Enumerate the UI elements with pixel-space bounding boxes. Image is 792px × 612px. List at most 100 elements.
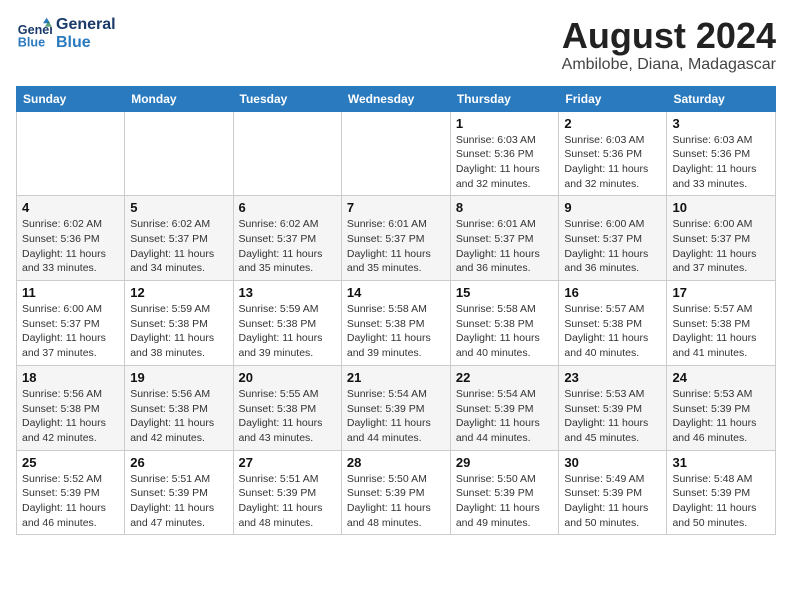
calendar-cell: 30Sunrise: 5:49 AM Sunset: 5:39 PM Dayli… (559, 450, 667, 535)
calendar-header-row: SundayMondayTuesdayWednesdayThursdayFrid… (17, 86, 776, 111)
day-number: 6 (239, 200, 336, 215)
day-number: 7 (347, 200, 445, 215)
calendar-cell: 13 Sunrise: 5:59 AM Sunset: 5:38 PM Dayli… (233, 281, 341, 366)
calendar-cell (125, 111, 233, 196)
day-info: Sunrise: 6:01 AM Sunset: 5:37 PM Dayligh… (456, 217, 554, 276)
day-info: Sunrise: 5:50 AM Sunset: 5:39 PM Dayligh… (347, 472, 445, 531)
svg-text:Blue: Blue (18, 36, 45, 50)
title-block: August 2024 Ambilobe, Diana, Madagascar (562, 16, 776, 74)
weekday-header: Saturday (667, 86, 776, 111)
calendar-cell: 26 Sunrise: 5:51 AM Sunset: 5:39 PM Dayli… (125, 450, 233, 535)
day-info: Sunrise: 6:00 AM Sunset: 5:37 PM Dayligh… (672, 217, 770, 276)
calendar-cell: 10 Sunrise: 6:00 AM Sunset: 5:37 PM Dayli… (667, 196, 776, 281)
calendar-cell: 1 Sunrise: 6:03 AM Sunset: 5:36 PM Daylig… (450, 111, 559, 196)
calendar-cell (17, 111, 125, 196)
day-number: 20 (239, 370, 336, 385)
weekday-header: Wednesday (341, 86, 450, 111)
day-info: Sunrise: 5:55 AM Sunset: 5:38 PM Dayligh… (239, 387, 336, 446)
logo: General Blue General Blue (16, 16, 116, 52)
day-number: 31 (672, 455, 770, 470)
weekday-header: Monday (125, 86, 233, 111)
day-info: Sunrise: 6:03 AM Sunset: 5:36 PM Dayligh… (672, 133, 770, 192)
month-year: August 2024 (562, 16, 776, 56)
logo-general: General (56, 16, 116, 34)
calendar-cell: 6 Sunrise: 6:02 AM Sunset: 5:37 PM Daylig… (233, 196, 341, 281)
day-info: Sunrise: 5:54 AM Sunset: 5:39 PM Dayligh… (347, 387, 445, 446)
calendar-week-row: 4Sunrise: 6:02 AM Sunset: 5:36 PM Daylig… (17, 196, 776, 281)
calendar-cell: 25 Sunrise: 5:52 AM Sunset: 5:39 PM Dayli… (17, 450, 125, 535)
page-header: General Blue General Blue August 2024 Am… (16, 16, 776, 74)
day-number: 29 (456, 455, 554, 470)
day-number: 27 (239, 455, 336, 470)
day-number: 13 (239, 285, 336, 300)
calendar-cell: 12Sunrise: 5:59 AM Sunset: 5:38 PM Dayli… (125, 281, 233, 366)
logo-icon: General Blue (16, 16, 52, 52)
day-info: Sunrise: 5:57 AM Sunset: 5:38 PM Dayligh… (672, 302, 770, 361)
calendar-week-row: 25 Sunrise: 5:52 AM Sunset: 5:39 PM Dayli… (17, 450, 776, 535)
weekday-header: Tuesday (233, 86, 341, 111)
weekday-header: Sunday (17, 86, 125, 111)
day-info: Sunrise: 5:48 AM Sunset: 5:39 PM Dayligh… (672, 472, 770, 531)
day-info: Sunrise: 5:52 AM Sunset: 5:39 PM Dayligh… (22, 472, 119, 531)
day-info: Sunrise: 5:56 AM Sunset: 5:38 PM Dayligh… (130, 387, 227, 446)
day-number: 16 (564, 285, 661, 300)
location: Ambilobe, Diana, Madagascar (562, 56, 776, 74)
day-info: Sunrise: 5:58 AM Sunset: 5:38 PM Dayligh… (347, 302, 445, 361)
calendar-cell: 27 Sunrise: 5:51 AM Sunset: 5:39 PM Dayli… (233, 450, 341, 535)
calendar-week-row: 11 Sunrise: 6:00 AM Sunset: 5:37 PM Dayli… (17, 281, 776, 366)
calendar-week-row: 1 Sunrise: 6:03 AM Sunset: 5:36 PM Daylig… (17, 111, 776, 196)
calendar-cell: 14 Sunrise: 5:58 AM Sunset: 5:38 PM Dayli… (341, 281, 450, 366)
day-info: Sunrise: 6:00 AM Sunset: 5:37 PM Dayligh… (564, 217, 661, 276)
day-number: 19 (130, 370, 227, 385)
day-info: Sunrise: 5:51 AM Sunset: 5:39 PM Dayligh… (239, 472, 336, 531)
day-number: 28 (347, 455, 445, 470)
day-info: Sunrise: 5:58 AM Sunset: 5:38 PM Dayligh… (456, 302, 554, 361)
day-number: 17 (672, 285, 770, 300)
day-info: Sunrise: 5:51 AM Sunset: 5:39 PM Dayligh… (130, 472, 227, 531)
calendar-cell: 4Sunrise: 6:02 AM Sunset: 5:36 PM Daylig… (17, 196, 125, 281)
calendar-cell: 3 Sunrise: 6:03 AM Sunset: 5:36 PM Daylig… (667, 111, 776, 196)
day-info: Sunrise: 5:59 AM Sunset: 5:38 PM Dayligh… (239, 302, 336, 361)
calendar-cell: 23Sunrise: 5:53 AM Sunset: 5:39 PM Dayli… (559, 365, 667, 450)
calendar-cell: 15Sunrise: 5:58 AM Sunset: 5:38 PM Dayli… (450, 281, 559, 366)
day-number: 10 (672, 200, 770, 215)
day-number: 5 (130, 200, 227, 215)
calendar-cell: 5Sunrise: 6:02 AM Sunset: 5:37 PM Daylig… (125, 196, 233, 281)
day-info: Sunrise: 6:02 AM Sunset: 5:36 PM Dayligh… (22, 217, 119, 276)
day-number: 26 (130, 455, 227, 470)
calendar-cell: 20 Sunrise: 5:55 AM Sunset: 5:38 PM Dayli… (233, 365, 341, 450)
day-number: 3 (672, 116, 770, 131)
day-info: Sunrise: 6:01 AM Sunset: 5:37 PM Dayligh… (347, 217, 445, 276)
calendar-cell: 16Sunrise: 5:57 AM Sunset: 5:38 PM Dayli… (559, 281, 667, 366)
calendar-cell: 9 Sunrise: 6:00 AM Sunset: 5:37 PM Daylig… (559, 196, 667, 281)
day-number: 9 (564, 200, 661, 215)
day-info: Sunrise: 6:00 AM Sunset: 5:37 PM Dayligh… (22, 302, 119, 361)
day-info: Sunrise: 5:56 AM Sunset: 5:38 PM Dayligh… (22, 387, 119, 446)
calendar-cell: 19 Sunrise: 5:56 AM Sunset: 5:38 PM Dayli… (125, 365, 233, 450)
calendar-week-row: 18 Sunrise: 5:56 AM Sunset: 5:38 PM Dayli… (17, 365, 776, 450)
day-number: 1 (456, 116, 554, 131)
calendar-cell: 24Sunrise: 5:53 AM Sunset: 5:39 PM Dayli… (667, 365, 776, 450)
day-info: Sunrise: 5:53 AM Sunset: 5:39 PM Dayligh… (672, 387, 770, 446)
calendar-cell: 29 Sunrise: 5:50 AM Sunset: 5:39 PM Dayli… (450, 450, 559, 535)
day-info: Sunrise: 5:50 AM Sunset: 5:39 PM Dayligh… (456, 472, 554, 531)
calendar-cell: 18 Sunrise: 5:56 AM Sunset: 5:38 PM Dayli… (17, 365, 125, 450)
day-info: Sunrise: 6:03 AM Sunset: 5:36 PM Dayligh… (456, 133, 554, 192)
day-info: Sunrise: 5:59 AM Sunset: 5:38 PM Dayligh… (130, 302, 227, 361)
calendar-cell: 28 Sunrise: 5:50 AM Sunset: 5:39 PM Dayli… (341, 450, 450, 535)
calendar-cell (233, 111, 341, 196)
calendar-table: SundayMondayTuesdayWednesdayThursdayFrid… (16, 86, 776, 536)
day-number: 18 (22, 370, 119, 385)
day-number: 14 (347, 285, 445, 300)
day-info: Sunrise: 5:49 AM Sunset: 5:39 PM Dayligh… (564, 472, 661, 531)
calendar-cell: 31 Sunrise: 5:48 AM Sunset: 5:39 PM Dayli… (667, 450, 776, 535)
day-info: Sunrise: 6:02 AM Sunset: 5:37 PM Dayligh… (239, 217, 336, 276)
calendar-cell: 22Sunrise: 5:54 AM Sunset: 5:39 PM Dayli… (450, 365, 559, 450)
day-number: 11 (22, 285, 119, 300)
day-number: 25 (22, 455, 119, 470)
day-number: 2 (564, 116, 661, 131)
day-info: Sunrise: 6:03 AM Sunset: 5:36 PM Dayligh… (564, 133, 661, 192)
day-number: 8 (456, 200, 554, 215)
weekday-header: Thursday (450, 86, 559, 111)
calendar-cell (341, 111, 450, 196)
